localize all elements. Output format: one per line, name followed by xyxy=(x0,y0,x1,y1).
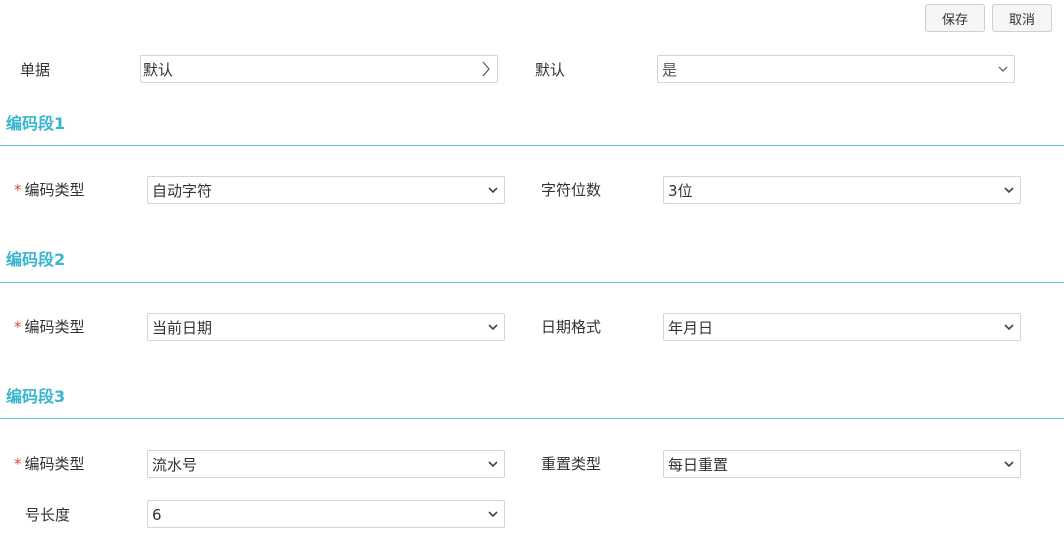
code-type-label-2: * 编码类型 xyxy=(14,317,85,337)
code-type-label-text: 编码类型 xyxy=(24,455,85,473)
section-title-1: 编码段1 xyxy=(6,114,66,133)
reset-type-select[interactable]: 每日重置 xyxy=(663,450,1021,478)
section-divider-1 xyxy=(0,145,1064,146)
default-select[interactable]: 是 xyxy=(657,55,1015,83)
section-divider-2 xyxy=(0,282,1064,283)
number-length-value: 6 xyxy=(152,506,162,524)
chevron-down-icon xyxy=(1004,461,1014,468)
default-select-value: 是 xyxy=(662,61,678,79)
char-digits-label: 字符位数 xyxy=(541,181,602,199)
code-type-value-2: 当前日期 xyxy=(152,319,213,337)
section-title-2: 编码段2 xyxy=(6,250,66,269)
chevron-down-icon xyxy=(488,324,498,331)
doc-picker[interactable]: 默认 xyxy=(140,55,498,83)
reset-type-value: 每日重置 xyxy=(668,456,729,474)
chevron-down-icon xyxy=(488,511,498,518)
date-format-value: 年月日 xyxy=(668,319,714,337)
code-type-select-3[interactable]: 流水号 xyxy=(147,450,505,478)
default-label: 默认 xyxy=(535,61,566,79)
char-digits-select[interactable]: 3位 xyxy=(663,176,1021,204)
reset-type-label: 重置类型 xyxy=(541,455,602,473)
doc-picker-value: 默认 xyxy=(143,61,174,79)
number-length-select[interactable]: 6 xyxy=(147,500,505,528)
required-mark: * xyxy=(14,318,22,336)
doc-label: 单据 xyxy=(20,61,51,79)
code-type-label-text: 编码类型 xyxy=(24,181,85,199)
chevron-down-icon xyxy=(1004,324,1014,331)
required-mark: * xyxy=(14,181,22,199)
cancel-button[interactable]: 取消 xyxy=(992,4,1052,32)
code-type-label-1: * 编码类型 xyxy=(14,180,85,200)
number-length-label: 号长度 xyxy=(25,506,71,524)
code-type-value-1: 自动字符 xyxy=(152,182,213,200)
code-type-select-1[interactable]: 自动字符 xyxy=(147,176,505,204)
code-type-select-2[interactable]: 当前日期 xyxy=(147,313,505,341)
chevron-right-icon xyxy=(482,61,490,77)
section-divider-3 xyxy=(0,418,1064,419)
section-title-3: 编码段3 xyxy=(6,387,66,406)
chevron-down-icon xyxy=(488,187,498,194)
code-type-value-3: 流水号 xyxy=(152,456,198,474)
char-digits-value: 3位 xyxy=(668,182,693,200)
date-format-label: 日期格式 xyxy=(541,318,602,336)
save-button[interactable]: 保存 xyxy=(925,4,985,32)
code-type-label-3: * 编码类型 xyxy=(14,454,85,474)
code-type-label-text: 编码类型 xyxy=(24,318,85,336)
required-mark: * xyxy=(14,455,22,473)
chevron-down-icon xyxy=(998,66,1008,72)
chevron-down-icon xyxy=(1004,187,1014,194)
chevron-down-icon xyxy=(488,461,498,468)
date-format-select[interactable]: 年月日 xyxy=(663,313,1021,341)
